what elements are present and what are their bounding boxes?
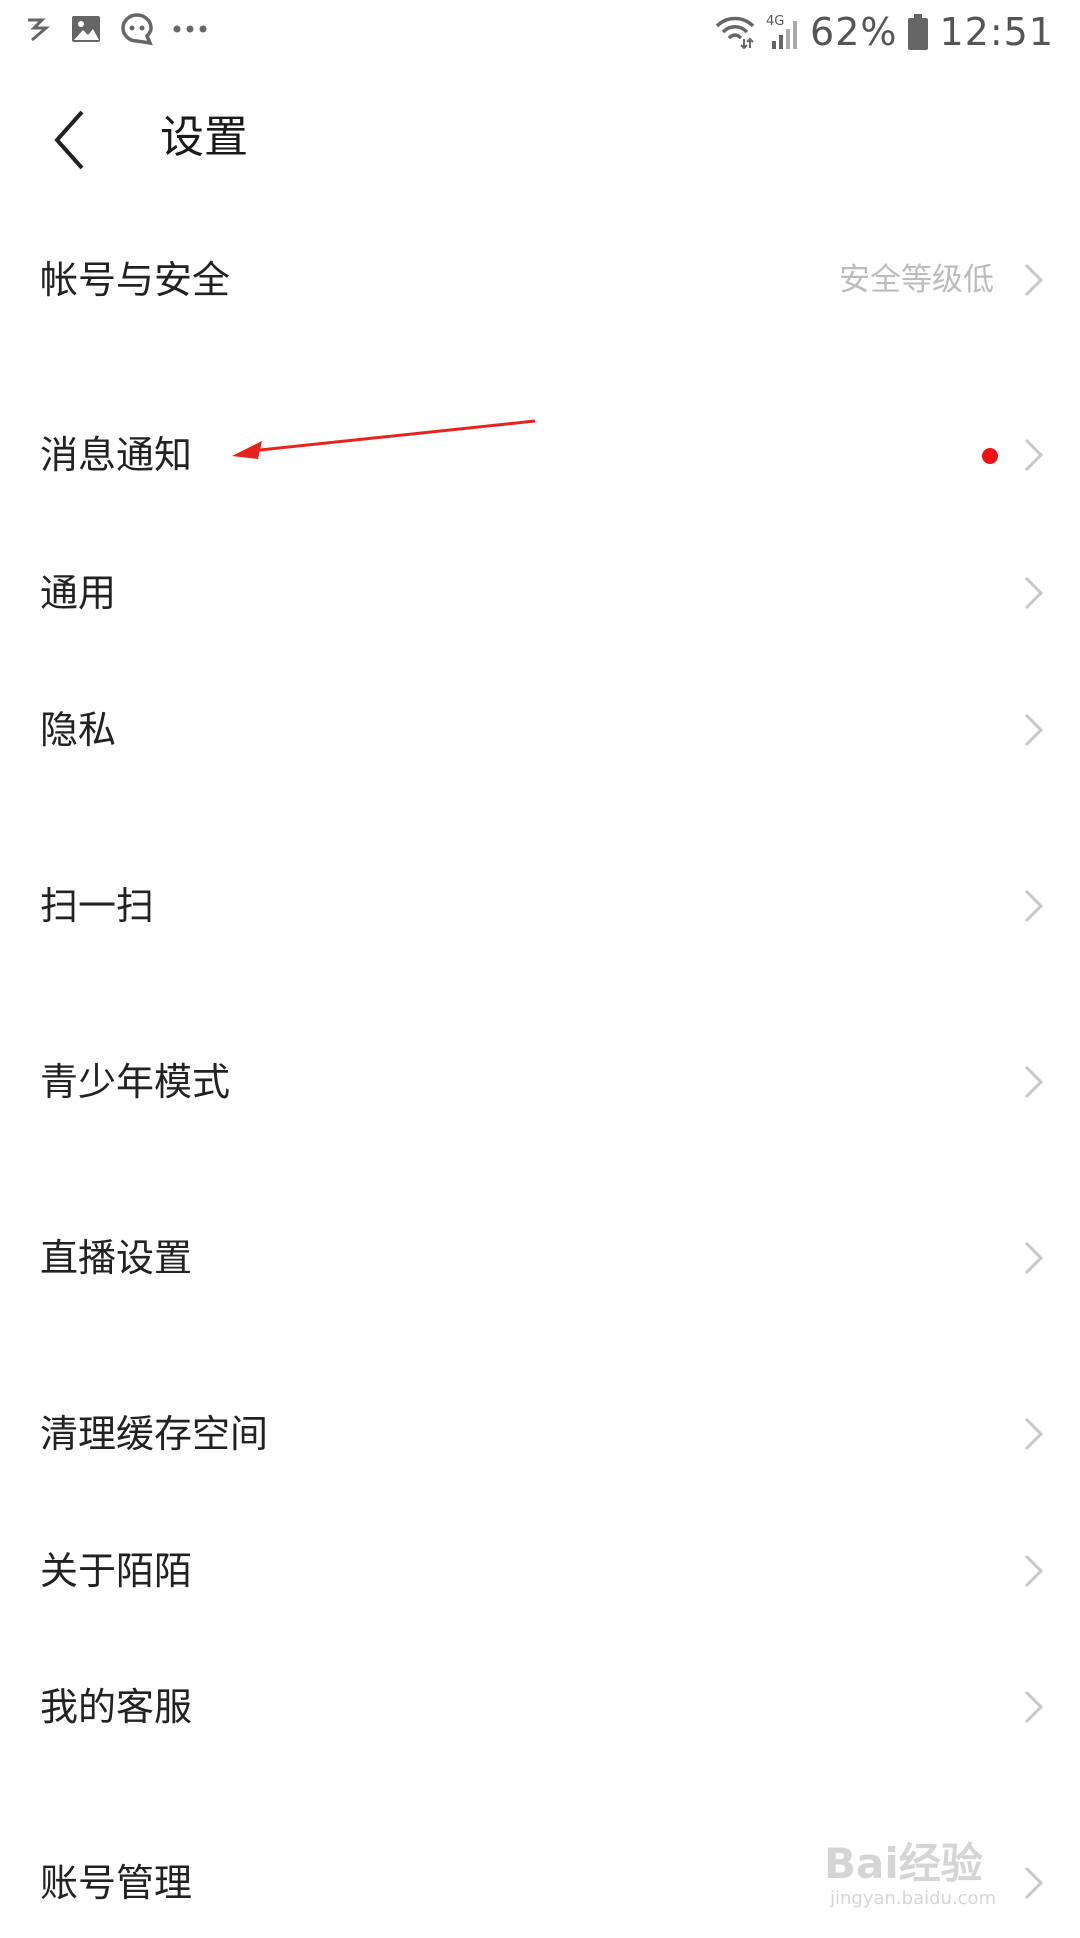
page-header: 设置 [0,90,1080,190]
watermark-url: jingyan.baidu.com [830,1888,997,1909]
chat-icon [121,13,153,46]
status-left-icons [22,12,208,46]
settings-item-label: 青少年模式 [40,1060,231,1104]
settings-item-teen-mode[interactable]: 青少年模式 [0,1027,1080,1137]
settings-item-about[interactable]: 关于陌陌 [0,1516,1080,1626]
chevron-right-icon [1024,1417,1044,1451]
settings-item-clear-cache[interactable]: 清理缓存空间 [0,1379,1080,1489]
chevron-right-icon [1024,889,1044,923]
app-icon [28,18,51,42]
more-dots-icon [173,25,207,33]
chevron-right-icon [1024,263,1044,297]
settings-item-privacy[interactable]: 隐私 [0,675,1080,785]
back-button[interactable] [40,100,110,180]
signal-indicator: 4G [766,15,800,49]
settings-item-label: 直播设置 [40,1236,193,1280]
baidu-watermark: Bai经验 jingyan.baidu.com [824,1830,1034,1910]
chevron-right-icon [1024,1690,1044,1724]
settings-item-label: 隐私 [40,708,117,752]
battery-percent: 62% [810,10,898,54]
settings-item-customer-service[interactable]: 我的客服 [0,1652,1080,1762]
settings-item-label: 账号管理 [40,1861,193,1905]
settings-item-label: 我的客服 [40,1685,193,1729]
settings-item-account-security[interactable]: 帐号与安全 安全等级低 [0,225,1080,335]
clock-time: 12:51 [939,10,1054,54]
watermark-logo: Bai经验 [824,1839,983,1888]
settings-item-label: 扫一扫 [40,884,155,928]
chevron-right-icon [1024,1065,1044,1099]
chevron-left-icon [54,110,84,170]
signal-icon [772,21,798,49]
settings-item-label: 清理缓存空间 [40,1412,269,1456]
chevron-right-icon [1024,1554,1044,1588]
settings-item-label: 关于陌陌 [40,1549,193,1593]
wifi-icon [715,16,755,49]
settings-item-label: 通用 [40,571,117,615]
status-bar: 4G 62% 12:51 [0,0,1080,66]
battery-icon [908,14,929,50]
settings-item-notifications[interactable]: 消息通知 [0,400,1080,510]
status-right-icons: 4G 62% 12:51 [714,10,1054,54]
settings-item-general[interactable]: 通用 [0,538,1080,648]
chevron-right-icon [1024,576,1044,610]
settings-item-label: 消息通知 [40,433,193,477]
chevron-right-icon [1024,1241,1044,1275]
settings-item-live-settings[interactable]: 直播设置 [0,1203,1080,1313]
settings-item-label: 帐号与安全 [40,258,231,302]
chevron-right-icon [1024,713,1044,747]
gallery-icon [72,16,100,42]
security-level-value: 安全等级低 [839,262,994,298]
chevron-right-icon [1024,438,1044,472]
page-title: 设置 [160,112,248,163]
settings-item-scan[interactable]: 扫一扫 [0,851,1080,961]
unread-dot-badge [982,448,998,464]
